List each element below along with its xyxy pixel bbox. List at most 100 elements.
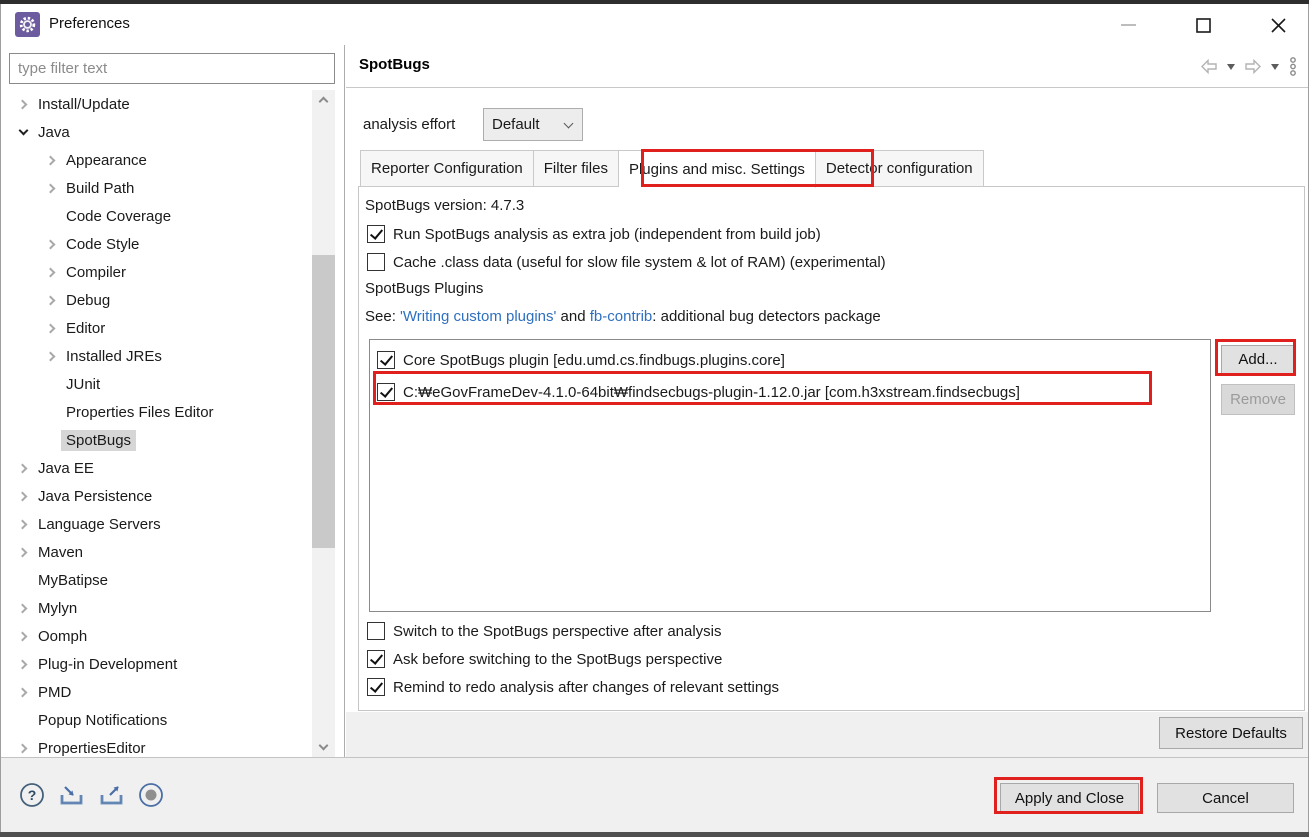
tab-detector-configuration[interactable]: Detector configuration	[816, 150, 984, 187]
forward-dropdown-icon[interactable]	[1271, 64, 1279, 70]
forward-arrow-icon[interactable]	[1244, 59, 1262, 74]
tree-item-plug-in-development[interactable]: Plug-in Development	[1, 650, 311, 678]
option-label: Ask before switching to the SpotBugs per…	[393, 651, 722, 668]
tree-item-propertieseditor[interactable]: PropertiesEditor	[1, 734, 311, 757]
tree-item-code-coverage[interactable]: Code Coverage	[1, 202, 311, 230]
checkbox-unchecked[interactable]	[367, 253, 385, 271]
tree-item-label: SpotBugs	[61, 430, 136, 451]
chevron-collapsed-icon[interactable]	[15, 489, 32, 503]
tree-item-java-persistence[interactable]: Java Persistence	[1, 482, 311, 510]
tree-item-popup-notifications[interactable]: Popup Notifications	[1, 706, 311, 734]
plugin-list[interactable]: Core SpotBugs plugin [edu.umd.cs.findbug…	[369, 339, 1211, 612]
checkbox-checked[interactable]	[367, 650, 385, 668]
no-chevron	[43, 377, 60, 391]
help-icon[interactable]: ?	[19, 782, 45, 808]
tree-item-label: Oomph	[38, 628, 87, 645]
tab-reporter-configuration[interactable]: Reporter Configuration	[360, 150, 534, 187]
tree-item-label: Code Style	[66, 236, 139, 253]
option-ask-before-switching-to-the-spotbugs-per: Ask before switching to the SpotBugs per…	[367, 646, 722, 672]
import-icon[interactable]	[58, 782, 85, 808]
chevron-collapsed-icon[interactable]	[15, 657, 32, 671]
tree-item-label: MyBatipse	[38, 572, 108, 589]
tree-item-label: Debug	[66, 292, 110, 309]
tab-filter-files[interactable]: Filter files	[534, 150, 619, 187]
tree-item-java[interactable]: Java	[1, 118, 311, 146]
checkbox-checked[interactable]	[377, 383, 395, 401]
chevron-collapsed-icon[interactable]	[43, 265, 60, 279]
svg-text:?: ?	[28, 787, 37, 803]
chevron-collapsed-icon[interactable]	[15, 601, 32, 615]
tree-item-build-path[interactable]: Build Path	[1, 174, 311, 202]
tree-item-label: Compiler	[66, 264, 126, 281]
chevron-expanded-icon[interactable]	[15, 125, 32, 139]
restore-defaults-button[interactable]: Restore Defaults	[1159, 717, 1303, 749]
title-bar[interactable]: Preferences	[1, 4, 1308, 45]
chevron-collapsed-icon[interactable]	[15, 629, 32, 643]
scroll-down-icon[interactable]	[312, 737, 335, 757]
tree-item-pmd[interactable]: PMD	[1, 678, 311, 706]
analysis-effort-select[interactable]: Default	[483, 108, 583, 141]
writing-custom-plugins-link[interactable]: 'Writing custom plugins'	[400, 308, 556, 325]
tree-item-compiler[interactable]: Compiler	[1, 258, 311, 286]
maximize-button[interactable]	[1180, 10, 1226, 40]
plugin-row-0[interactable]: Core SpotBugs plugin [edu.umd.cs.findbug…	[377, 345, 785, 375]
chevron-collapsed-icon[interactable]	[15, 685, 32, 699]
tree-item-debug[interactable]: Debug	[1, 286, 311, 314]
back-dropdown-icon[interactable]	[1227, 64, 1235, 70]
vertical-dots-icon[interactable]	[1288, 56, 1298, 77]
tree-item-mylyn[interactable]: Mylyn	[1, 594, 311, 622]
tree-item-java-ee[interactable]: Java EE	[1, 454, 311, 482]
chevron-collapsed-icon[interactable]	[43, 321, 60, 335]
chevron-collapsed-icon[interactable]	[15, 97, 32, 111]
plugin-row-1[interactable]: C:₩eGovFrameDev-4.1.0-64bit₩findsecbugs-…	[377, 377, 1020, 407]
back-arrow-icon[interactable]	[1200, 59, 1218, 74]
window-title: Preferences	[49, 15, 130, 32]
minimize-button[interactable]	[1105, 10, 1151, 40]
chevron-collapsed-icon[interactable]	[15, 517, 32, 531]
chevron-collapsed-icon[interactable]	[43, 293, 60, 307]
tree-item-oomph[interactable]: Oomph	[1, 622, 311, 650]
filter-input[interactable]	[9, 53, 335, 84]
tree-item-junit[interactable]: JUnit	[1, 370, 311, 398]
tree-item-install-update[interactable]: Install/Update	[1, 90, 311, 118]
chevron-collapsed-icon[interactable]	[43, 349, 60, 363]
tree-item-appearance[interactable]: Appearance	[1, 146, 311, 174]
tree-item-editor[interactable]: Editor	[1, 314, 311, 342]
cancel-button[interactable]: Cancel	[1157, 783, 1294, 813]
tree-item-spotbugs[interactable]: SpotBugs	[1, 426, 311, 454]
chevron-collapsed-icon[interactable]	[15, 545, 32, 559]
tab-plugins-and-misc-settings[interactable]: Plugins and misc. Settings	[619, 150, 816, 188]
window-bottom-edge	[0, 832, 1309, 837]
see-prefix: See:	[365, 308, 400, 325]
option-label: Run SpotBugs analysis as extra job (inde…	[393, 226, 821, 243]
tree-item-installed-jres[interactable]: Installed JREs	[1, 342, 311, 370]
tree-item-properties-files-editor[interactable]: Properties Files Editor	[1, 398, 311, 426]
page-title: SpotBugs	[359, 56, 430, 73]
tree-item-maven[interactable]: Maven	[1, 538, 311, 566]
chevron-collapsed-icon[interactable]	[43, 237, 60, 251]
apply-and-close-button[interactable]: Apply and Close	[1000, 783, 1139, 813]
checkbox-checked[interactable]	[367, 678, 385, 696]
tree-item-label: JUnit	[66, 376, 100, 393]
tree-item-code-style[interactable]: Code Style	[1, 230, 311, 258]
checkbox-checked[interactable]	[377, 351, 395, 369]
option-cache-class-data-useful-for-slow-file-sy: Cache .class data (useful for slow file …	[367, 249, 886, 275]
no-chevron	[15, 713, 32, 727]
plugins-heading: SpotBugs Plugins	[365, 280, 483, 297]
export-icon[interactable]	[98, 782, 125, 808]
chevron-collapsed-icon[interactable]	[15, 461, 32, 475]
sidebar-scrollbar[interactable]	[312, 90, 335, 757]
record-icon[interactable]	[138, 782, 164, 808]
checkbox-checked[interactable]	[367, 225, 385, 243]
scroll-up-icon[interactable]	[312, 90, 335, 110]
tree-item-language-servers[interactable]: Language Servers	[1, 510, 311, 538]
chevron-collapsed-icon[interactable]	[43, 181, 60, 195]
checkbox-unchecked[interactable]	[367, 622, 385, 640]
chevron-collapsed-icon[interactable]	[15, 741, 32, 755]
tree-item-mybatipse[interactable]: MyBatipse	[1, 566, 311, 594]
chevron-collapsed-icon[interactable]	[43, 153, 60, 167]
close-button[interactable]	[1255, 10, 1301, 40]
fb-contrib-link[interactable]: fb-contrib	[590, 308, 653, 325]
add-button[interactable]: Add...	[1221, 345, 1295, 374]
scrollbar-thumb[interactable]	[312, 255, 335, 548]
